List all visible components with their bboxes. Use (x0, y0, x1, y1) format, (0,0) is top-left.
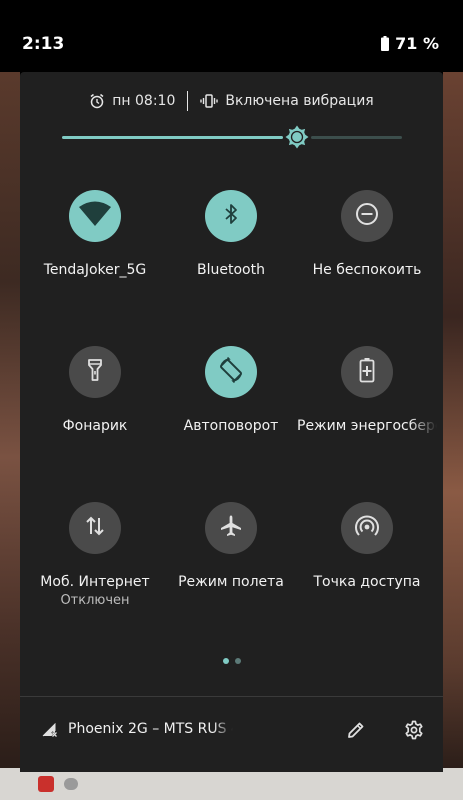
app-icon (64, 778, 78, 790)
tile-label: Моб. Интернет (40, 574, 150, 590)
tile-flashlight[interactable]: Фонарик (25, 346, 165, 466)
vibrate-icon (200, 93, 219, 109)
wifi-icon (78, 201, 112, 231)
brightness-slider[interactable] (62, 125, 402, 149)
carrier-name: Phoenix 2G – MTS RUS 4G (68, 721, 233, 737)
divider (20, 696, 443, 697)
brightness-icon (285, 125, 309, 149)
tile-label: Режим полета (178, 574, 284, 590)
status-info-row: пн 08:10 Включена вибрация (20, 90, 443, 112)
do-not-disturb-icon (355, 202, 379, 230)
bluetooth-icon (223, 203, 239, 229)
alarm-time: пн 08:10 (112, 93, 176, 109)
brightness-track-filled (62, 136, 283, 139)
battery-percent: 71 % (395, 34, 439, 53)
flashlight-icon (87, 358, 103, 386)
tile-sublabel: Отключен (60, 593, 130, 608)
mobile-data-icon (84, 515, 106, 541)
tile-circle (341, 190, 393, 242)
ringer-mode: Включена вибрация (225, 93, 374, 109)
tile-label: Фонарик (62, 418, 128, 434)
tile-mobile-data[interactable]: Моб. Интернет Отключен (25, 502, 165, 622)
tile-label: Режим энергосбережения (297, 418, 437, 434)
tile-circle (69, 190, 121, 242)
battery-icon (381, 36, 390, 51)
page-indicator (20, 658, 443, 664)
page-dot[interactable] (234, 658, 241, 664)
status-bar: 2:13 71 % (0, 0, 463, 72)
tile-do-not-disturb[interactable]: Не беспокоить (297, 190, 437, 310)
tile-battery-saver[interactable]: Режим энергосбережения (297, 346, 437, 466)
tile-bluetooth[interactable]: Bluetooth (161, 190, 301, 310)
app-icon (38, 776, 54, 792)
brightness-track-empty (311, 136, 402, 139)
auto-rotate-icon (218, 356, 244, 387)
tile-circle (205, 346, 257, 398)
tile-circle (69, 346, 121, 398)
notification-peek (0, 768, 463, 800)
wallpaper-right (443, 72, 463, 772)
hotspot-icon (354, 513, 380, 543)
tile-wifi[interactable]: TendaJoker_5G (25, 190, 165, 310)
tile-label: Не беспокоить (312, 262, 422, 278)
quick-settings-panel: пн 08:10 Включена вибрация TendaJoker_5G… (20, 72, 443, 772)
airplane-icon (219, 514, 243, 542)
edit-icon[interactable] (346, 720, 366, 744)
tile-label: Автоповорот (183, 418, 279, 434)
tile-hotspot[interactable]: Точка доступа (297, 502, 437, 622)
signal-no-data-icon (42, 722, 58, 741)
screen: 2:13 71 % пн 08:10 Включена вибрация Ten… (0, 0, 463, 800)
divider (187, 91, 189, 111)
tile-circle (69, 502, 121, 554)
alarm-icon (89, 93, 105, 109)
tile-airplane-mode[interactable]: Режим полета (161, 502, 301, 622)
tile-label: TendaJoker_5G (43, 262, 147, 278)
alarm-info[interactable]: пн 08:10 (89, 93, 175, 109)
brightness-thumb[interactable] (284, 124, 310, 150)
tile-circle (341, 346, 393, 398)
tile-label: Bluetooth (197, 262, 265, 278)
tile-circle (205, 190, 257, 242)
tile-circle (341, 502, 393, 554)
tile-auto-rotate[interactable]: Автоповорот (161, 346, 301, 466)
tile-label: Точка доступа (313, 574, 421, 590)
panel-footer: Phoenix 2G – MTS RUS 4G (20, 708, 443, 752)
battery-saver-icon (359, 357, 375, 387)
page-dot-active[interactable] (222, 658, 229, 664)
gear-icon[interactable] (404, 720, 424, 744)
tile-circle (205, 502, 257, 554)
ringer-info[interactable]: Включена вибрация (200, 93, 374, 109)
wallpaper-left (0, 72, 20, 772)
clock: 2:13 (22, 34, 65, 54)
battery-status: 71 % (381, 34, 439, 53)
